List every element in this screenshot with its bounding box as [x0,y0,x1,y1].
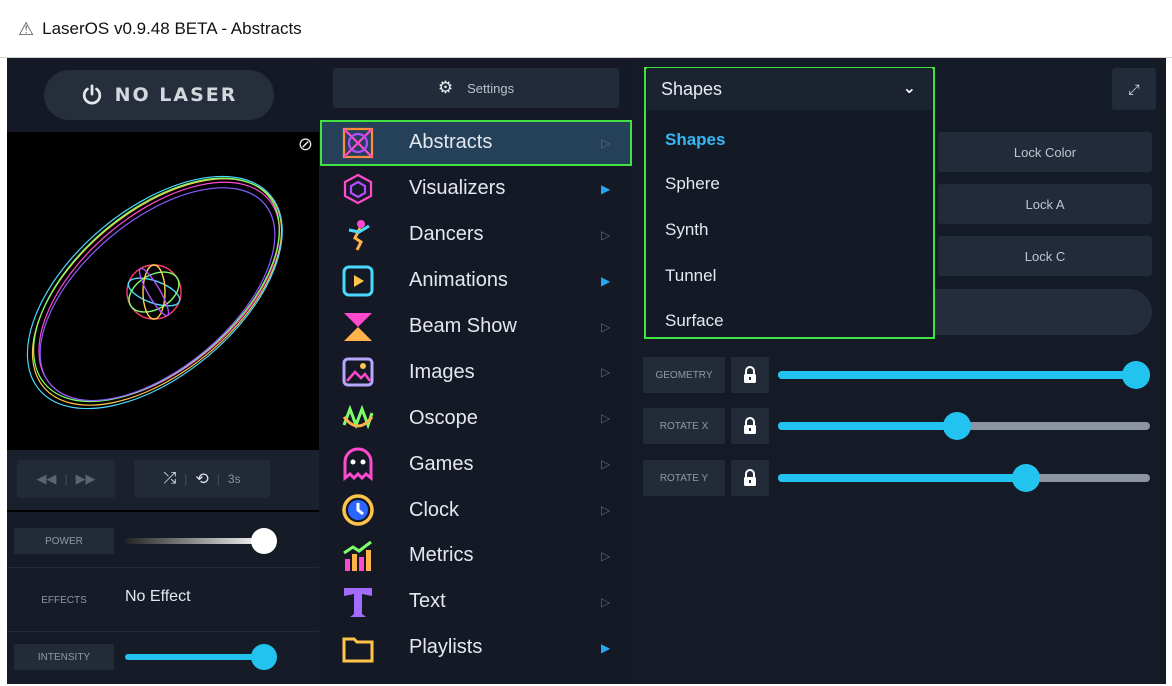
menu-item-games[interactable]: Games ▷ [320,441,632,487]
preset-dropdown-value: Shapes [661,78,723,99]
divider [7,567,319,568]
prev-next-buttons[interactable]: ◀◀ | ▶▶ [17,460,115,498]
window-title: LaserOS v0.9.48 BETA - Abstracts [42,18,302,38]
rewind-icon[interactable]: ◀◀ [36,471,56,487]
submenu-arrow-icon: ▶ [601,640,611,655]
menu-item-playlists[interactable]: Playlists ▶ [320,625,632,671]
power-label: POWER [14,528,114,554]
power-slider-knob[interactable] [251,528,277,554]
menu-item-images[interactable]: Images ▷ [320,349,632,395]
menu-item-oscope[interactable]: Oscope ▷ [320,395,632,441]
submenu-arrow-icon: ▶ [601,181,611,196]
submenu-arrow-icon: ▷ [601,227,611,242]
metrics-icon [343,540,372,572]
submenu-arrow-icon: ▶ [601,273,611,288]
rotate-y-slider[interactable] [778,464,1150,492]
geometry-slider[interactable] [778,361,1150,389]
lock-icon[interactable] [731,408,769,444]
oscope-icon [342,405,374,430]
transport-bar: ◀◀ | ▶▶ ⤮ | ⟲ | 3s [7,450,319,510]
settings-label: Settings [467,80,515,96]
chevron-down-icon: ⌄ [902,80,916,97]
menu-item-metrics[interactable]: Metrics ▷ [320,533,632,579]
power-icon [82,84,101,105]
app-window: NO LASER ⊘ ◀◀ | ▶▶ ⤮ | ⟲ | 3s POWER EFFE… [7,58,1166,684]
lock-color-button[interactable]: Lock Color [938,132,1152,172]
laser-power-button[interactable]: NO LASER [44,70,274,120]
expand-button[interactable]: ⤢ [1112,68,1156,110]
window-titlebar: ⚠ LaserOS v0.9.48 BETA - Abstracts [0,0,1172,58]
slider-fill [778,474,1036,482]
repeat-icon[interactable]: ⟲ [195,469,208,489]
abstracts-icon [342,127,374,159]
dropdown-option-tunnel[interactable]: Tunnel [665,266,716,286]
output-controls: POWER EFFECTS No Effect INTENSITY [7,513,319,684]
slider-knob[interactable] [1011,464,1040,492]
slider-knob[interactable] [1122,361,1150,389]
slider-fill [778,422,964,430]
warning-triangle-icon: ⚠ [18,18,35,39]
preset-dropdown-open[interactable]: Shapes ⌄ [647,68,932,110]
param-label: ROTATE X [643,408,725,444]
gear-icon: ⚙ [437,78,454,97]
lock-c-button[interactable]: Lock C [938,236,1152,276]
duration-label[interactable]: 3s [228,472,241,486]
left-panel: NO LASER ⊘ ◀◀ | ▶▶ ⤮ | ⟲ | 3s POWER EFFE… [7,58,319,684]
visualizers-icon [343,173,373,205]
divider [7,631,319,632]
text-icon [344,587,372,617]
menu-item-visualizers[interactable]: Visualizers ▶ [320,166,632,212]
submenu-arrow-icon: ▷ [601,319,611,334]
slider-knob[interactable] [943,412,972,440]
lock-icon[interactable] [731,460,769,496]
slider-fill [778,371,1150,379]
intensity-label: INTENSITY [14,644,114,670]
animations-icon [342,265,374,297]
expand-icon: ⤢ [1128,80,1140,97]
category-panel: ⚙ Settings Abstracts ▷ Visualizers ▶ Dan… [320,58,632,684]
shuffle-icon[interactable]: ⤮ [163,470,176,488]
submenu-arrow-icon: ▷ [601,594,611,609]
param-label: ROTATE Y [643,460,725,496]
menu-item-dancers[interactable]: Dancers ▷ [320,212,632,258]
menu-item-beam-show[interactable]: Beam Show ▷ [320,304,632,350]
submenu-arrow-icon: ▷ [601,365,611,380]
dropdown-option-surface[interactable]: Surface [665,311,724,331]
power-slider[interactable] [125,538,267,544]
playback-options: ⤮ | ⟲ | 3s [134,460,270,498]
effects-label: EFFECTS [41,594,87,606]
intensity-slider-knob[interactable] [251,644,277,670]
dancers-icon [348,219,370,251]
beam-show-icon [344,312,372,341]
submenu-arrow-icon: ▷ [601,457,611,472]
playlists-icon [342,637,374,663]
settings-button[interactable]: ⚙ Settings [333,68,619,108]
effects-select[interactable]: No Effect [125,588,191,606]
menu-item-clock[interactable]: Clock ▷ [320,487,632,533]
dropdown-option-shapes[interactable]: Shapes [665,130,725,150]
dropdown-option-sphere[interactable]: Sphere [665,174,720,194]
menu-item-animations[interactable]: Animations ▶ [320,258,632,304]
menu-item-abstracts[interactable]: Abstracts ▷ [320,120,632,166]
submenu-arrow-icon: ▷ [601,503,611,518]
laser-preview-drawing [26,175,283,410]
category-menu: Abstracts ▷ Visualizers ▶ Dancers ▷ Anim… [320,120,632,671]
no-output-icon[interactable]: ⊘ [298,134,313,155]
forward-icon[interactable]: ▶▶ [76,471,96,487]
clock-icon [342,494,374,526]
submenu-arrow-icon: ▷ [601,135,611,150]
lock-a-button[interactable]: Lock A [938,184,1152,224]
menu-item-text[interactable]: Text ▷ [320,579,632,625]
games-icon [343,447,373,482]
submenu-arrow-icon: ▷ [601,411,611,426]
images-icon [342,357,374,387]
rotate-x-slider[interactable] [778,412,1150,440]
dropdown-option-synth[interactable]: Synth [665,220,708,240]
submenu-arrow-icon: ▷ [601,548,611,563]
param-label: GEOMETRY [643,357,725,393]
intensity-slider[interactable] [125,654,267,660]
laser-status-label: NO LASER [114,84,238,106]
lock-icon[interactable] [731,357,769,393]
